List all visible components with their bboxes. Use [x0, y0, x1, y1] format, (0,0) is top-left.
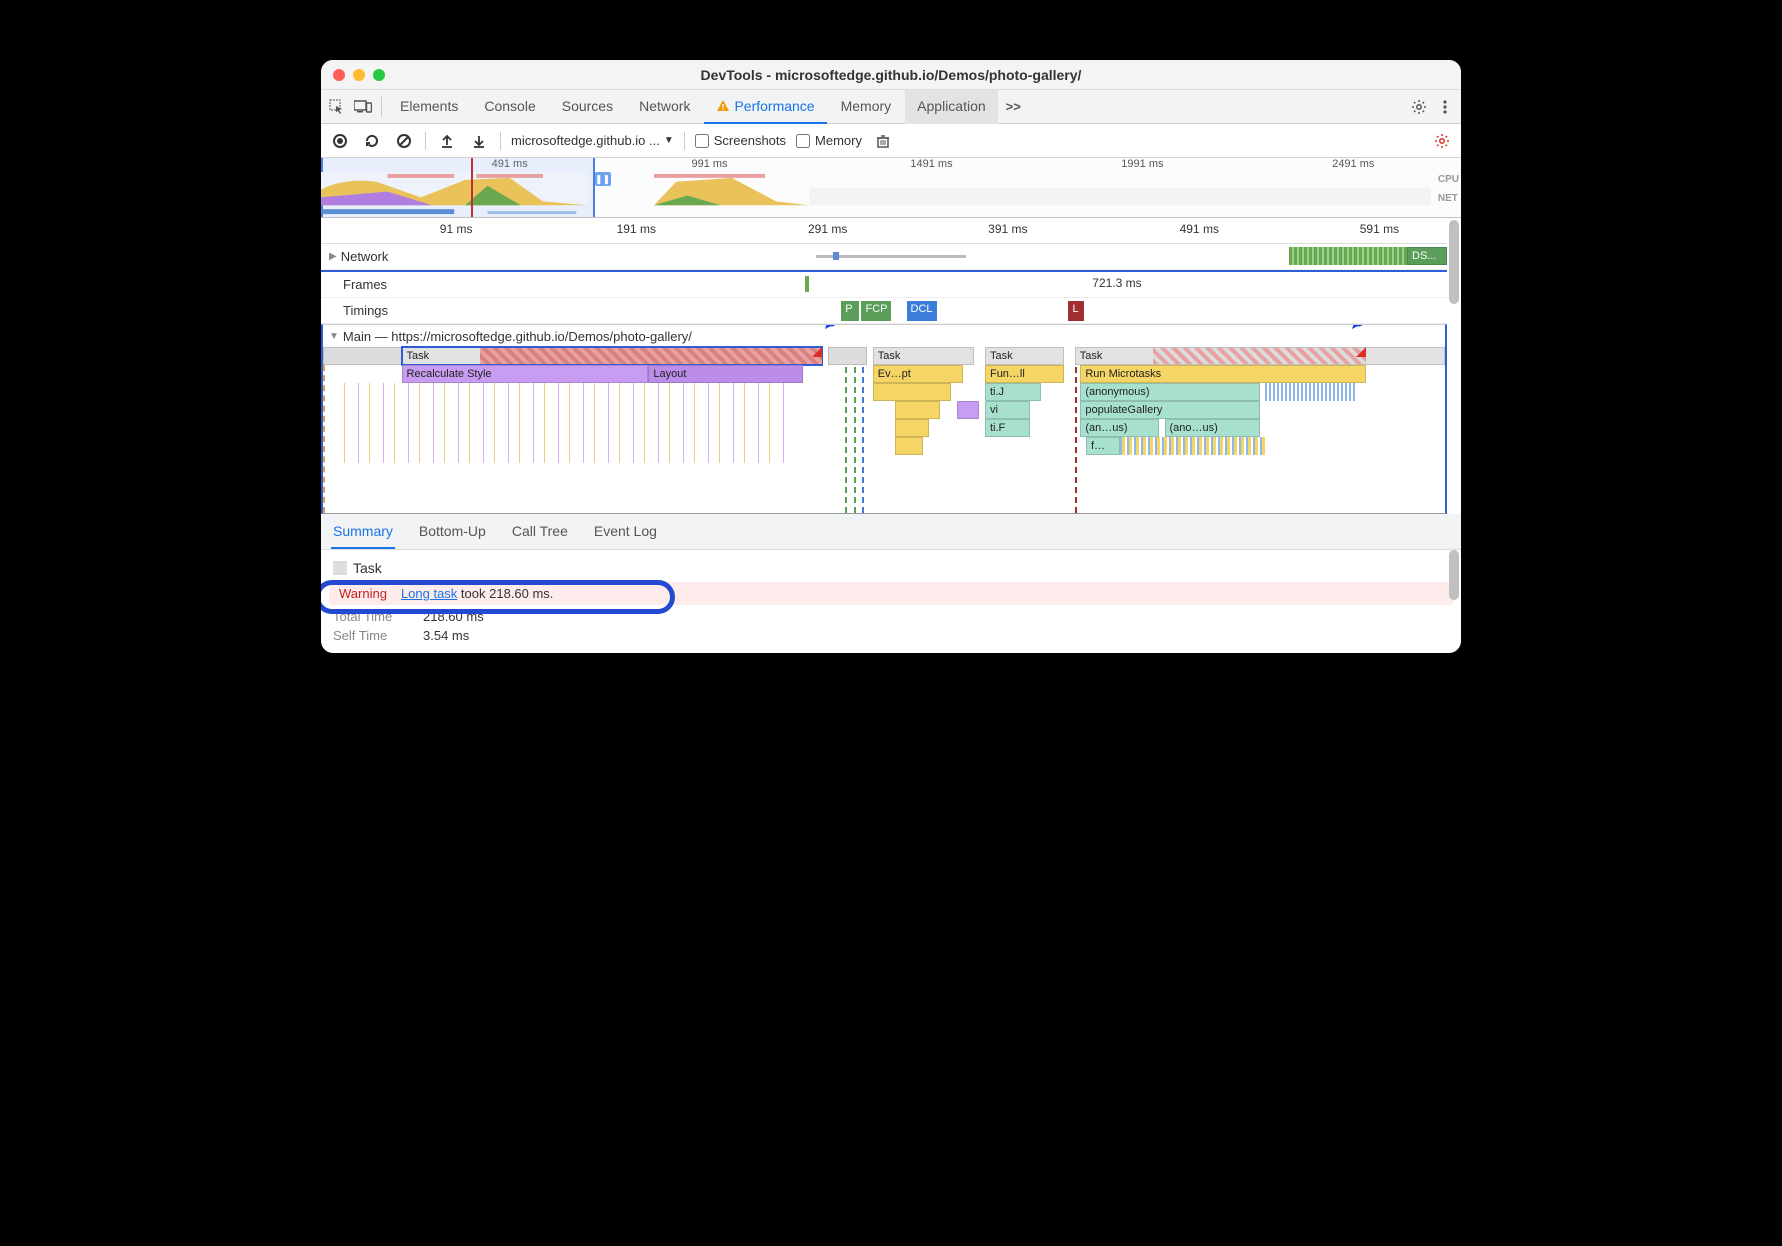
recalc-style-bar[interactable]: Recalculate Style	[402, 365, 649, 383]
flame-bar[interactable]	[895, 419, 929, 437]
tab-performance[interactable]: Performance	[704, 90, 826, 124]
tab-memory[interactable]: Memory	[829, 90, 904, 124]
scrollbar-thumb[interactable]	[1449, 550, 1459, 600]
layout-bar[interactable]: Layout	[648, 365, 803, 383]
record-icon[interactable]	[329, 130, 351, 152]
chevron-down-icon: ▼	[329, 331, 339, 342]
reload-icon[interactable]	[361, 130, 383, 152]
detail-tabs: Summary Bottom-Up Call Tree Event Log	[321, 514, 1461, 550]
overview-timeline[interactable]: 491 ms 991 ms 1491 ms 1991 ms 2491 ms ❚❚	[321, 158, 1461, 218]
warning-icon	[716, 99, 730, 113]
perf-toolbar: microsoftedge.github.io ...▼ Screenshots…	[321, 124, 1461, 158]
load-marker[interactable]: L	[1068, 301, 1084, 321]
detail-tab-calltree[interactable]: Call Tree	[510, 515, 570, 549]
settings-icon[interactable]	[1407, 95, 1431, 119]
total-time-row: Total Time218.60 ms	[333, 609, 1449, 624]
devtools-window: DevTools - microsoftedge.github.io/Demos…	[321, 60, 1461, 653]
flame-bar[interactable]	[895, 401, 940, 419]
anus-bar[interactable]: (an…us)	[1080, 419, 1159, 437]
overview-graph	[321, 172, 1431, 217]
track-network[interactable]: ▶ Network DS...	[321, 244, 1447, 270]
warning-text: Long task took 218.60 ms.	[401, 586, 554, 601]
task-bar[interactable]	[828, 347, 867, 365]
download-icon[interactable]	[468, 130, 490, 152]
task-bar[interactable]: Task	[985, 347, 1064, 365]
flame-bar[interactable]	[873, 383, 952, 401]
clear-icon[interactable]	[393, 130, 415, 152]
device-icon[interactable]	[351, 95, 375, 119]
anous-bar[interactable]: (ano…us)	[1165, 419, 1260, 437]
task-bar[interactable]: Task	[873, 347, 974, 365]
flame-chart[interactable]: Task Task Task Task Recalculate Style La…	[323, 347, 1445, 513]
tab-bar: Elements Console Sources Network Perform…	[321, 90, 1461, 124]
tab-sources[interactable]: Sources	[550, 90, 625, 124]
tiJ-bar[interactable]: ti.J	[985, 383, 1041, 401]
inspect-icon[interactable]	[325, 95, 349, 119]
f-bar[interactable]: f…	[1086, 437, 1120, 455]
minimize-icon[interactable]	[353, 69, 365, 81]
recording-dropdown[interactable]: microsoftedge.github.io ...▼	[511, 133, 674, 148]
tiF-bar[interactable]: ti.F	[985, 419, 1030, 437]
tab-network[interactable]: Network	[627, 90, 702, 124]
dcl-marker[interactable]: DCL	[907, 301, 937, 321]
tab-elements[interactable]: Elements	[388, 90, 470, 124]
chevron-right-icon: ▶	[329, 251, 337, 262]
fcp-marker[interactable]: FCP	[861, 301, 891, 321]
populate-gallery-bar[interactable]: populateGallery	[1080, 401, 1260, 419]
detail-tab-summary[interactable]: Summary	[331, 515, 395, 549]
main-thread-header[interactable]: ▼ Main — https://microsoftedge.github.io…	[323, 325, 1445, 347]
scrollbar-thumb[interactable]	[1449, 244, 1459, 304]
flame-bar[interactable]	[957, 401, 979, 419]
garbage-collect-icon[interactable]	[872, 130, 894, 152]
anon-bar[interactable]: (anonymous)	[1080, 383, 1260, 401]
vi-bar[interactable]: vi	[985, 401, 1030, 419]
window-title: DevTools - microsoftedge.github.io/Demos…	[321, 67, 1461, 83]
track-timings[interactable]: Timings P FCP DCL L 721.3 ms	[321, 298, 1447, 324]
close-icon[interactable]	[333, 69, 345, 81]
evpt-bar[interactable]: Ev…pt	[873, 365, 963, 383]
flame-ruler[interactable]: 91 ms 191 ms 291 ms 391 ms 491 ms 591 ms	[321, 218, 1447, 244]
vline-time-label: 721.3 ms	[1092, 276, 1141, 290]
upload-icon[interactable]	[436, 130, 458, 152]
zoom-icon[interactable]	[373, 69, 385, 81]
detail-tab-eventlog[interactable]: Event Log	[592, 515, 659, 549]
traffic-lights	[333, 69, 385, 81]
track-frames[interactable]: Frames	[321, 272, 1447, 298]
summary-panel: Task Warning Long task took 218.60 ms. T…	[321, 550, 1461, 653]
task-bar[interactable]	[323, 347, 402, 365]
kebab-icon[interactable]	[1433, 95, 1457, 119]
main-thread-area[interactable]: ▼ Main — https://microsoftedge.github.io…	[321, 324, 1447, 514]
tab-application[interactable]: Application	[905, 90, 998, 124]
capture-settings-icon[interactable]	[1431, 130, 1453, 152]
tab-console[interactable]: Console	[472, 90, 547, 124]
warning-row: Warning Long task took 218.60 ms.	[329, 582, 1453, 605]
net-label: NET	[1438, 193, 1459, 204]
cpu-label: CPU	[1438, 174, 1459, 185]
self-time-row: Self Time3.54 ms	[333, 628, 1449, 643]
flame-bar[interactable]	[895, 437, 923, 455]
long-task-link[interactable]: Long task	[401, 586, 457, 601]
memory-checkbox[interactable]: Memory	[796, 133, 862, 148]
summary-title: Task	[333, 560, 1449, 576]
tabs-overflow[interactable]: >>	[1000, 99, 1027, 114]
warning-label: Warning	[339, 586, 387, 601]
detail-tab-bottomup[interactable]: Bottom-Up	[417, 515, 488, 549]
funll-bar[interactable]: Fun…ll	[985, 365, 1064, 383]
titlebar: DevTools - microsoftedge.github.io/Demos…	[321, 60, 1461, 90]
task-swatch-icon	[333, 561, 347, 575]
screenshots-checkbox[interactable]: Screenshots	[695, 133, 786, 148]
fp-marker[interactable]: P	[841, 301, 859, 321]
network-ds-bar[interactable]: DS...	[1407, 247, 1447, 265]
run-microtasks-bar[interactable]: Run Microtasks	[1080, 365, 1366, 383]
tracks-panel: ▶ Network DS... Frames Timings P FCP DCL…	[321, 244, 1447, 514]
